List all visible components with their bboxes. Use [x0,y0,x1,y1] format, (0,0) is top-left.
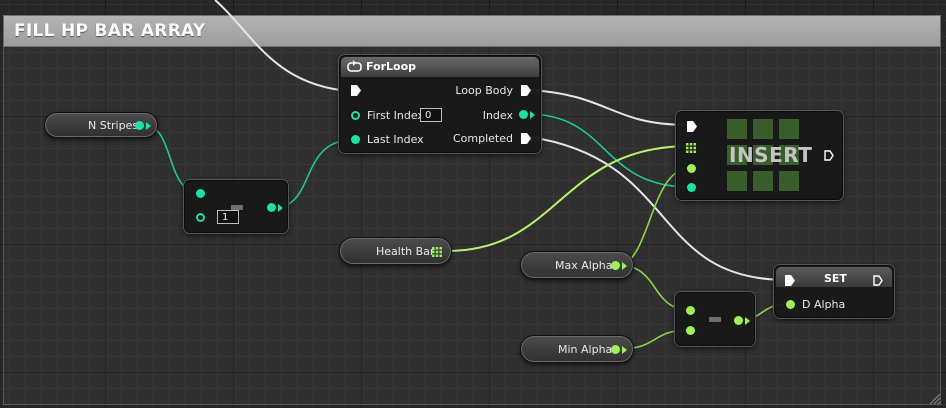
d-alpha-label: D Alpha [802,298,846,311]
add-int-node[interactable]: 1 [184,180,288,233]
pin-arrow-icon [530,111,535,119]
n-stripes-output-pin[interactable] [135,121,144,130]
add-input-b-field[interactable]: 1 [217,210,239,224]
max-alpha-label: Max Alpha [555,259,613,272]
d-alpha-input-pin[interactable] [786,300,795,309]
array-pin-icon[interactable] [686,143,696,153]
array-pin-icon[interactable] [432,247,442,257]
index-output-pin[interactable] [519,110,528,119]
max-alpha-output-pin[interactable] [611,261,620,270]
index-label: Index [482,109,513,122]
set-title: SET [824,272,847,285]
add-input-a-pin[interactable] [196,189,205,198]
min-alpha-output-pin[interactable] [611,345,620,354]
set-exec-out-pin[interactable] [873,275,883,286]
first-index-pin[interactable] [351,111,360,120]
resize-grip-icon[interactable] [928,392,940,404]
insert-index-pin[interactable] [687,183,696,192]
subtract-output-pin[interactable] [734,316,743,325]
subtract-input-a-pin[interactable] [686,306,695,315]
health-bar-variable-node[interactable]: Health Bar [339,237,452,265]
exec-wire-incoming[interactable] [214,0,341,91]
add-operator-icon [231,205,243,210]
first-index-label: First Index [367,109,424,122]
min-alpha-variable-node[interactable]: Min Alpha [520,335,634,363]
set-d-alpha-node[interactable]: SET D Alpha [774,265,894,318]
add-input-b-pin[interactable] [196,213,205,222]
loop-body-label: Loop Body [455,84,513,97]
insert-title: INSERT [729,143,813,167]
exec-wire-loop-body[interactable] [529,89,687,126]
last-index-label: Last Index [367,133,424,146]
pin-arrow-icon [278,204,283,212]
set-exec-in-pin[interactable] [785,275,795,286]
insert-exec-out-pin[interactable] [824,150,834,161]
insert-item-pin[interactable] [687,164,696,173]
subtract-float-node[interactable] [675,292,755,346]
pin-arrow-icon [622,262,627,270]
insert-exec-in-pin[interactable] [687,121,697,132]
n-stripes-label: N Stripes [88,119,139,132]
int-wire-index[interactable] [526,113,691,188]
forloop-title: ForLoop [366,60,417,73]
array-insert-node[interactable]: INSERT [676,111,843,200]
subtract-operator-icon [709,317,721,322]
max-alpha-variable-node[interactable]: Max Alpha [520,251,634,279]
forloop-exec-in-pin[interactable] [351,85,361,96]
completed-label: Completed [453,132,513,145]
pin-arrow-icon [146,122,151,130]
loop-body-exec-pin[interactable] [521,85,531,96]
pin-arrow-icon [745,317,750,325]
forloop-node[interactable]: ForLoop First Index 0 Last Index Loop Bo… [339,55,541,153]
blueprint-graph[interactable]: FILL HP BAR ARRAY N Stripes 1 ForLoop Fi… [0,0,946,408]
min-alpha-label: Min Alpha [558,343,613,356]
subtract-input-b-pin[interactable] [686,326,695,335]
n-stripes-variable-node[interactable]: N Stripes [44,112,158,138]
first-index-field[interactable]: 0 [420,108,442,122]
last-index-pin[interactable] [351,135,360,144]
array-wire-health-bar[interactable] [446,145,691,252]
add-output-pin[interactable] [267,203,276,212]
completed-exec-pin[interactable] [521,133,531,144]
health-bar-label: Health Bar [376,245,435,258]
loop-icon [347,60,362,72]
pin-arrow-icon [622,346,627,354]
